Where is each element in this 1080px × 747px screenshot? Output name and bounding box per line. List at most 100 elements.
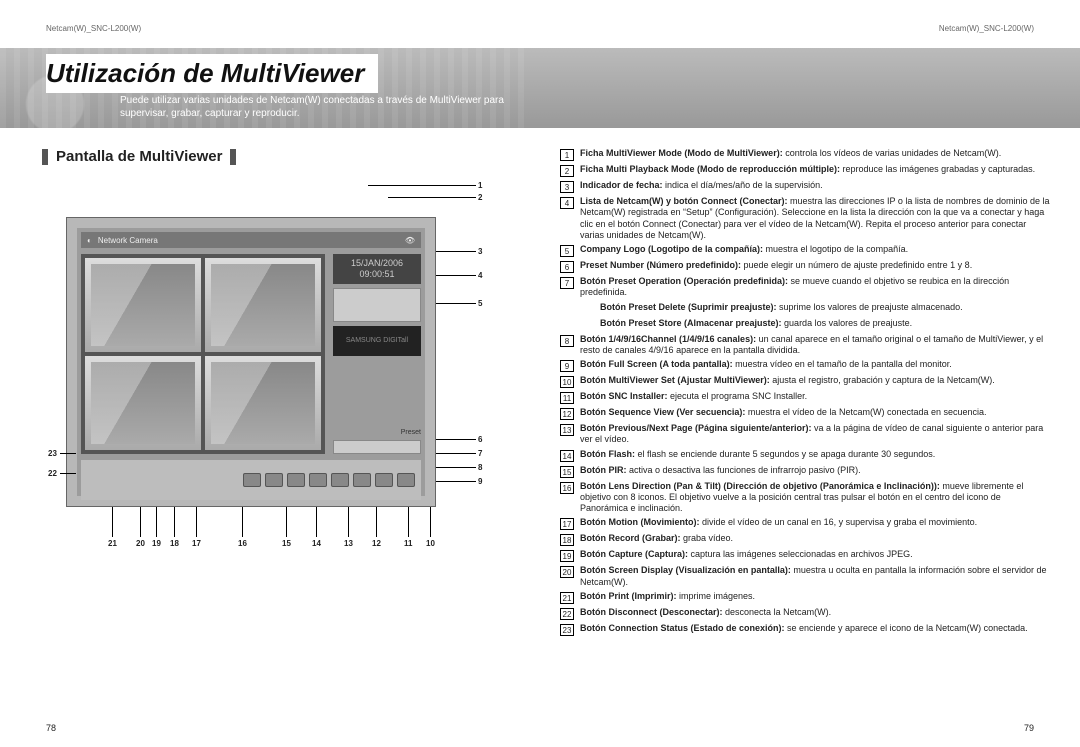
callout-number-box: 4 (560, 197, 574, 209)
definition-text: Botón Sequence View (Ver secuencia): mue… (580, 407, 987, 420)
title-banner: Utilización de MultiViewer Puede utiliza… (0, 48, 550, 128)
definition-text: Botón Record (Grabar): graba vídeo. (580, 533, 733, 546)
callout-number: 12 (372, 539, 381, 548)
definition-text: Botón Screen Display (Visualización en p… (580, 565, 1050, 588)
callout-number-box: 1 (560, 149, 574, 161)
callout-number-box: 5 (560, 245, 574, 257)
callout-number-box (580, 319, 594, 331)
screenshot-body: 15/JAN/2006 09:00:51 SAMSUNG DIGITall Pr… (81, 254, 421, 454)
callout-number-box (580, 303, 594, 315)
definition-text: Botón Capture (Captura): captura las imá… (580, 549, 913, 562)
definition-text: Botón Preset Operation (Operación predef… (580, 276, 1050, 299)
annotated-screenshot-diagram: ◐ Network Camera 👁 15/JAN/2006 09:0 (48, 181, 508, 601)
date-indicator: 15/JAN/2006 09:00:51 (333, 254, 421, 284)
definition-text: Botón Motion (Movimiento): divide el víd… (580, 517, 977, 530)
leader-line (436, 467, 476, 468)
camera-tile (205, 258, 321, 352)
definition-row: 23Botón Connection Status (Estado de con… (560, 623, 1050, 636)
definition-row: 11Botón SNC Installer: ejecuta el progra… (560, 391, 1050, 404)
toolbar-button (287, 473, 305, 487)
callout-number: 2 (478, 193, 482, 202)
window-titlebar: ◐ Network Camera 👁 (81, 232, 421, 248)
definition-row: Botón Preset Store (Almacenar preajuste)… (580, 318, 1050, 331)
callout-number-box: 8 (560, 335, 574, 347)
leader-line (174, 507, 175, 537)
definition-text: Botón 1/4/9/16Channel (1/4/9/16 canales)… (580, 334, 1050, 357)
definition-text: Botón Previous/Next Page (Página siguien… (580, 423, 1050, 446)
section-heading-text: Pantalla de MultiViewer (56, 148, 222, 165)
date-text: 15/JAN/2006 (335, 258, 419, 269)
callout-number-box: 2 (560, 165, 574, 177)
definition-text: Indicador de fecha: indica el día/mes/añ… (580, 180, 823, 193)
definition-row: Botón Preset Delete (Suprimir preajuste)… (580, 302, 1050, 315)
two-page-spread: Netcam(W)_SNC-L200(W) Utilización de Mul… (0, 0, 1080, 747)
leader-line (376, 507, 377, 537)
callout-number-box: 17 (560, 518, 574, 530)
leader-line (242, 507, 243, 537)
toolbar (81, 460, 421, 500)
definition-row: 4 Lista de Netcam(W) y botón Connect (Con… (560, 196, 1050, 241)
callout-number-box: 19 (560, 550, 574, 562)
callout-number: 15 (282, 539, 291, 548)
definition-row: 8 Botón 1/4/9/16Channel (1/4/9/16 canales… (560, 334, 1050, 357)
definition-text: Botón Lens Direction (Pan & Tilt) (Direc… (580, 481, 1050, 515)
definition-row: 21Botón Print (Imprimir): imprime imágen… (560, 591, 1050, 604)
definition-text: Botón SNC Installer: ejecuta el programa… (580, 391, 807, 404)
definition-text: Lista de Netcam(W) y botón Connect (Cone… (580, 196, 1050, 241)
leader-line (408, 507, 409, 537)
callout-number-box: 15 (560, 466, 574, 478)
definition-text: Preset Number (Número predefinido): pued… (580, 260, 972, 273)
definition-row: 16Botón Lens Direction (Pan & Tilt) (Dir… (560, 481, 1050, 515)
definition-text: Botón Preset Store (Almacenar preajuste)… (600, 318, 912, 331)
preset-label: Preset (333, 429, 421, 436)
running-head-right: Netcam(W)_SNC-L200(W) (939, 24, 1034, 33)
page-left: Netcam(W)_SNC-L200(W) Utilización de Mul… (0, 0, 540, 747)
definition-row: 19 Botón Capture (Captura): captura las i… (560, 549, 1050, 562)
leader-line (60, 453, 76, 454)
callout-number: 6 (478, 435, 482, 444)
definition-text: Ficha MultiViewer Mode (Modo de MultiVie… (580, 148, 1001, 161)
definition-row: 5Company Logo (Logotipo de la compañía):… (560, 244, 1050, 257)
callout-number: 22 (48, 469, 57, 478)
leader-line (436, 481, 476, 482)
definition-row: 22Botón Disconnect (Desconectar): descon… (560, 607, 1050, 620)
leader-line (368, 185, 476, 186)
definition-row: 17 Botón Motion (Movimiento): divide el v… (560, 517, 1050, 530)
definition-row: 9Botón Full Screen (A toda pantalla): mu… (560, 359, 1050, 372)
definition-row: 2Ficha Multi Playback Mode (Modo de repr… (560, 164, 1050, 177)
window-title-text: Network Camera (98, 236, 158, 245)
section-heading: Pantalla de MultiViewer (42, 148, 520, 165)
definition-row: 14Botón Flash: el flash se enciende dura… (560, 449, 1050, 462)
page-number-right: 79 (1024, 723, 1034, 733)
callout-number: 17 (192, 539, 201, 548)
definition-row: 15Botón PIR: activa o desactiva las func… (560, 465, 1050, 478)
callout-number: 14 (312, 539, 321, 548)
callout-number-box: 20 (560, 566, 574, 578)
leader-line (436, 453, 476, 454)
callout-number: 8 (478, 463, 482, 472)
leader-line (388, 197, 476, 198)
banner-decor (530, 48, 1080, 128)
definition-row: 10Botón MultiViewer Set (Ajustar MultiVi… (560, 375, 1050, 388)
running-head-left: Netcam(W)_SNC-L200(W) (46, 24, 141, 33)
definition-row: 1 Ficha MultiViewer Mode (Modo de MultiVi… (560, 148, 1050, 161)
leader-line (436, 303, 476, 304)
callout-number: 11 (404, 539, 412, 548)
netcam-list (333, 288, 421, 322)
callout-number: 1 (478, 181, 482, 190)
callout-number: 21 (108, 539, 117, 548)
side-panel: 15/JAN/2006 09:00:51 SAMSUNG DIGITall Pr… (333, 254, 421, 454)
leader-line (316, 507, 317, 537)
callout-number-box: 10 (560, 376, 574, 388)
definition-text: Botón Preset Delete (Suprimir preajuste)… (600, 302, 963, 315)
callout-number: 9 (478, 477, 482, 486)
leader-line (112, 507, 113, 537)
definition-text: Botón Print (Imprimir): imprime imágenes… (580, 591, 755, 604)
camera-grid (81, 254, 325, 454)
definition-row: 18Botón Record (Grabar): graba vídeo. (560, 533, 1050, 546)
toolbar-button (243, 473, 261, 487)
camera-tile (85, 258, 201, 352)
callout-number-box: 3 (560, 181, 574, 193)
leader-line (430, 507, 431, 537)
callout-number-box: 6 (560, 261, 574, 273)
